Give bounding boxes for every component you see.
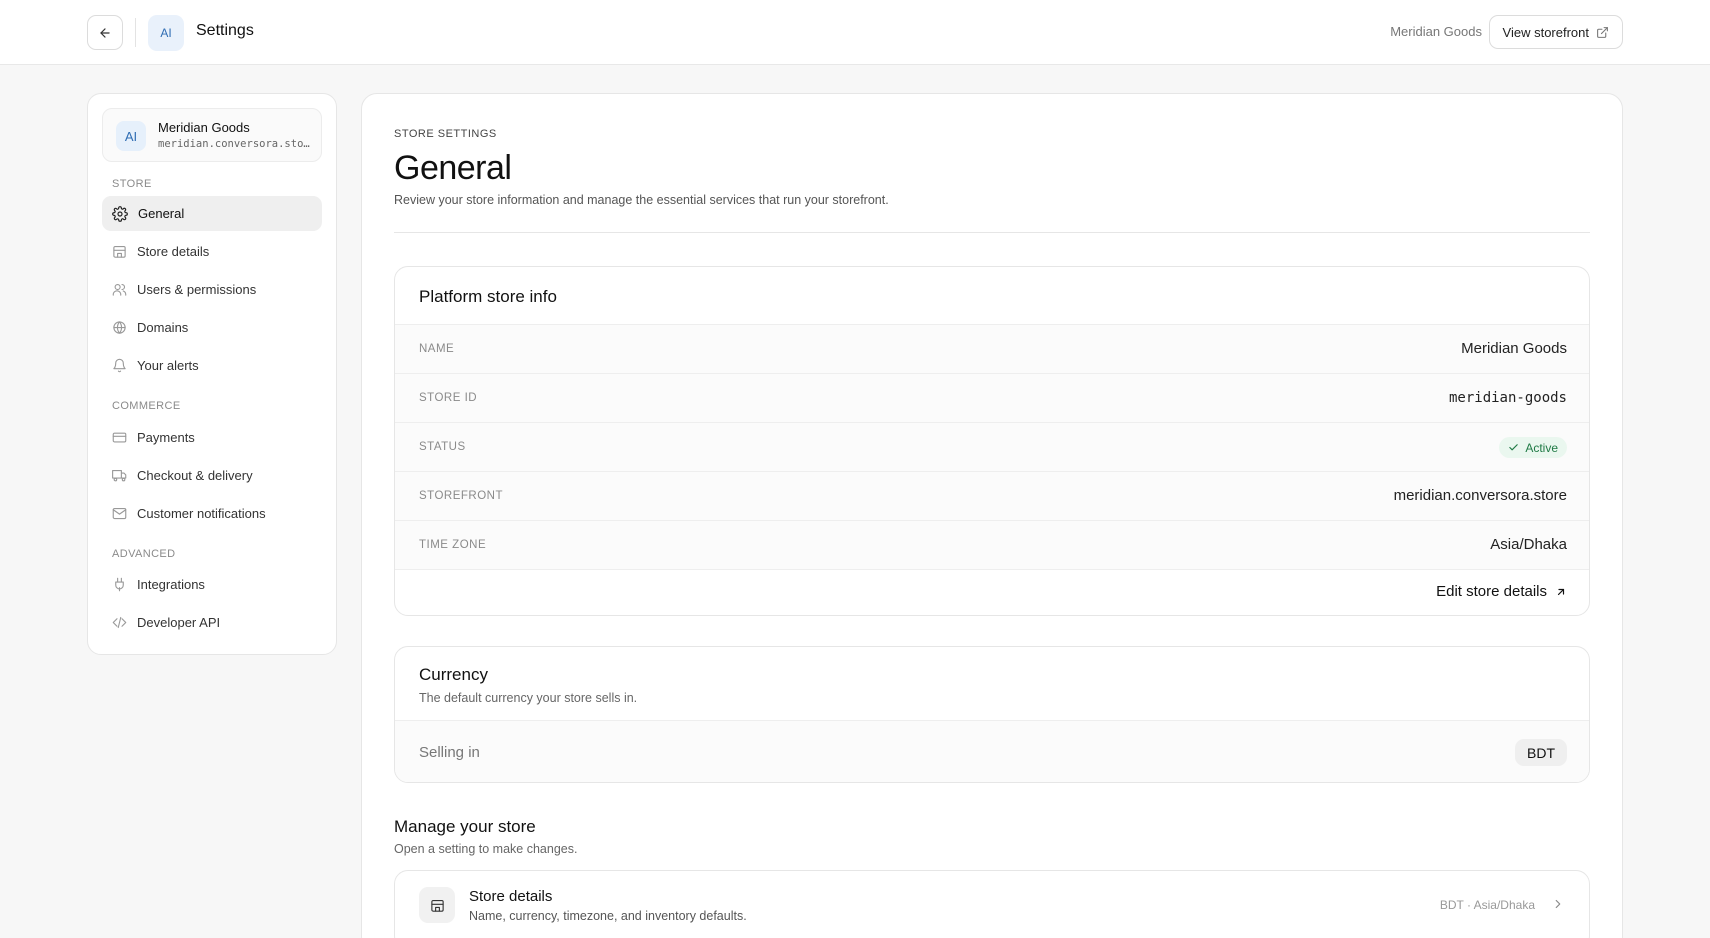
edit-store-details-link[interactable]: Edit store details	[1436, 583, 1567, 600]
card-title: Currency	[419, 665, 488, 684]
plug-icon	[115, 577, 124, 592]
page-title: General	[394, 149, 512, 187]
section-label-commerce: COMMERCE	[112, 400, 181, 412]
bell-icon	[113, 358, 126, 373]
header-store-name: Meridian Goods	[1390, 24, 1482, 39]
store-icon	[113, 245, 126, 258]
truck-icon	[112, 469, 127, 482]
section-label-store: STORE	[112, 178, 152, 190]
users-icon	[112, 283, 127, 296]
info-row-timezone: TIME ZONE Asia/Dhaka	[395, 520, 1589, 569]
sidebar-item-label: Developer API	[137, 615, 221, 630]
section-subtitle: Open a setting to make changes.	[394, 842, 578, 856]
sidebar-item-developer[interactable]: Developer API	[102, 605, 322, 640]
sidebar-item-integrations[interactable]: Integrations	[102, 567, 322, 602]
status-text: Active	[1525, 440, 1558, 455]
store-avatar: AI	[116, 121, 146, 151]
sidebar-item-label: Payments	[137, 430, 195, 445]
page-header-title: Settings	[196, 22, 254, 39]
edit-store-details-label: Edit store details	[1436, 583, 1547, 600]
sidebar-item-notifications[interactable]: Customer notifications	[102, 496, 322, 531]
info-value: Meridian Goods	[1461, 340, 1567, 357]
arrow-left-icon	[100, 27, 110, 38]
external-link-icon	[1597, 26, 1608, 38]
sidebar-item-checkout[interactable]: Checkout & delivery	[102, 458, 322, 493]
sidebar-item-general[interactable]: General	[102, 196, 322, 231]
platform-store-info-card: Platform store info NAME Meridian Goods …	[394, 266, 1590, 616]
info-label: STOREFRONT	[419, 490, 504, 502]
selling-in-label: Selling in	[419, 744, 480, 761]
edit-row: Edit store details	[395, 569, 1589, 614]
sidebar-item-label: General	[138, 206, 185, 221]
credit-card-icon	[112, 432, 127, 443]
card-subtitle: The default currency your store sells in…	[419, 691, 638, 705]
back-button[interactable]	[87, 15, 123, 50]
section-title: Manage your store	[394, 817, 536, 836]
selling-in-row: Selling in BDT	[395, 720, 1589, 782]
status-badge: Active	[1499, 437, 1567, 458]
sidebar-item-payments[interactable]: Payments	[102, 420, 322, 455]
sidebar-item-label: Users & permissions	[137, 282, 257, 297]
settings-main-panel: STORE SETTINGS General Review your store…	[361, 93, 1623, 938]
setting-title: Store details	[469, 888, 553, 905]
sidebar-item-label: Integrations	[137, 577, 205, 592]
page-divider	[394, 232, 1590, 233]
top-bar: AI Settings Meridian Goods View storefro…	[0, 0, 1710, 65]
page-eyebrow: STORE SETTINGS	[394, 128, 497, 140]
sidebar-item-label: Your alerts	[137, 358, 199, 373]
setting-store-details[interactable]: Store details Name, currency, timezone, …	[394, 870, 1590, 938]
section-label-advanced: ADVANCED	[112, 548, 176, 560]
header-divider	[135, 18, 136, 47]
setting-description: Name, currency, timezone, and inventory …	[469, 909, 747, 923]
currency-pill: BDT	[1515, 739, 1567, 766]
view-storefront-label: View storefront	[1502, 24, 1589, 40]
mail-icon	[112, 507, 127, 520]
store-switcher[interactable]: AI Meridian Goods meridian.conversora.st…	[102, 108, 322, 162]
info-label: NAME	[419, 343, 455, 355]
store-name: Meridian Goods	[158, 120, 250, 135]
info-label: STATUS	[419, 441, 466, 453]
code-icon	[112, 616, 127, 629]
info-value: meridian.conversora.store	[1393, 487, 1567, 504]
sidebar-item-store-details[interactable]: Store details	[102, 234, 322, 269]
check-icon	[1509, 444, 1519, 451]
sidebar-item-alerts[interactable]: Your alerts	[102, 348, 322, 383]
sidebar-item-domains[interactable]: Domains	[102, 310, 322, 345]
settings-sidebar: AI Meridian Goods meridian.conversora.st…	[87, 93, 337, 655]
gear-icon	[112, 205, 128, 222]
sidebar-item-users[interactable]: Users & permissions	[102, 272, 322, 307]
info-row-status: STATUS Active	[395, 422, 1589, 471]
store-domain: meridian.conversora.store	[158, 138, 310, 150]
info-value: Asia/Dhaka	[1490, 536, 1567, 553]
store-icon	[419, 887, 455, 923]
view-storefront-button[interactable]: View storefront	[1488, 15, 1623, 49]
info-row-store-id: STORE ID meridian-goods	[395, 373, 1589, 422]
currency-card: Currency The default currency your store…	[394, 646, 1590, 783]
header-avatar: AI	[148, 15, 184, 51]
sidebar-item-label: Checkout & delivery	[137, 468, 253, 483]
sidebar-item-label: Domains	[137, 320, 189, 335]
info-row-name: NAME Meridian Goods	[395, 324, 1589, 373]
info-row-storefront: STOREFRONT meridian.conversora.store	[395, 471, 1589, 520]
info-label: STORE ID	[419, 392, 478, 404]
chevron-right-icon	[1555, 899, 1561, 909]
card-title: Platform store info	[419, 287, 557, 306]
setting-meta: BDT · Asia/Dhaka	[1439, 898, 1535, 912]
info-value: meridian-goods	[1448, 390, 1567, 406]
info-label: TIME ZONE	[419, 539, 487, 551]
sidebar-item-label: Store details	[137, 244, 210, 259]
globe-icon	[113, 321, 126, 334]
sidebar-item-label: Customer notifications	[137, 506, 266, 521]
page-subtitle: Review your store information and manage…	[394, 193, 889, 207]
arrow-up-right-icon	[1557, 588, 1565, 595]
